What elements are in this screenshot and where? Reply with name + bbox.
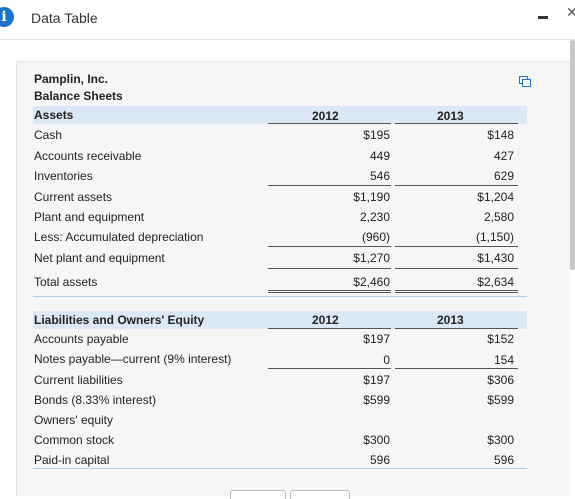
- table-cell: 596: [369, 453, 390, 467]
- table-cell: 449: [369, 149, 390, 163]
- total-double-line-2013: [395, 290, 518, 293]
- assets-year-2012: 2012: [312, 109, 339, 123]
- subtotal-line-2013: [395, 246, 518, 247]
- table-cell: $300: [487, 433, 514, 447]
- table-row-label: Common stock: [34, 433, 115, 447]
- assets-header: Assets: [34, 108, 74, 122]
- copy-icon[interactable]: [519, 76, 531, 87]
- table-cell: $1,204: [477, 190, 514, 204]
- table-cell: $1,190: [353, 190, 390, 204]
- table-row-label: Current assets: [34, 190, 113, 204]
- year-underline-2013: [395, 328, 518, 329]
- table-cell: $599: [363, 393, 390, 407]
- table-cell: $300: [363, 433, 390, 447]
- table-cell: $1,270: [353, 251, 390, 265]
- vertical-scrollbar[interactable]: [570, 40, 575, 270]
- subtotal-line-2012: [268, 368, 391, 369]
- liabilities-year-2013: 2013: [437, 313, 464, 327]
- subtotal-line-2012: [268, 246, 391, 247]
- total-double-line-2012: [268, 290, 391, 293]
- minimize-button[interactable]: [538, 12, 548, 22]
- table-row-label: Inventories: [34, 169, 93, 183]
- table-cell: 427: [493, 149, 514, 163]
- table-row-label: Current liabilities: [34, 373, 123, 387]
- table-row-label: Total assets: [34, 275, 98, 289]
- table-row-label: Notes payable—current (9% interest): [34, 352, 232, 366]
- table-cell: $152: [487, 332, 514, 346]
- table-row-label: Net plant and equipment: [34, 251, 165, 265]
- table-cell: $2,460: [353, 275, 390, 289]
- table-row-label: Plant and equipment: [34, 210, 145, 224]
- table-cell: 629: [493, 169, 514, 183]
- table-row-label: Bonds (8.33% interest): [34, 393, 157, 407]
- subtotal-line-2012: [268, 268, 391, 269]
- window-titlebar: i Data Table ✕: [0, 0, 575, 36]
- table-row-label: Accounts payable: [34, 332, 129, 346]
- table-row-label: Less: Accumulated depreciation: [34, 230, 204, 244]
- table-cell: $197: [363, 332, 390, 346]
- section-divider: [33, 296, 527, 297]
- table-cell: $1,430: [477, 251, 514, 265]
- table-cell: $599: [487, 393, 514, 407]
- subtotal-line-2013: [395, 268, 518, 269]
- info-icon: i: [0, 7, 14, 27]
- table-bottom-divider: [33, 468, 527, 469]
- table-cell: $306: [487, 373, 514, 387]
- subtotal-line-2013: [395, 368, 518, 369]
- table-row-label: Cash: [34, 128, 63, 142]
- year-underline-2012: [268, 123, 391, 124]
- year-underline-2012: [268, 328, 391, 329]
- subtotal-line-2013: [395, 185, 518, 186]
- statement-title: Balance Sheets: [34, 89, 123, 103]
- liabilities-header: Liabilities and Owners' Equity: [34, 313, 205, 327]
- close-icon[interactable]: ✕: [566, 4, 575, 21]
- table-row-label: Owners' equity: [34, 413, 113, 427]
- table-row-label: Accounts receivable: [34, 149, 142, 163]
- table-cell: $2,634: [477, 275, 514, 289]
- table-cell: 596: [493, 453, 514, 467]
- table-cell: (960): [361, 230, 390, 244]
- table-cell: $195: [363, 128, 390, 142]
- table-cell: 2,230: [359, 210, 390, 224]
- subtotal-line-2012: [268, 185, 391, 186]
- table-cell: 0: [383, 353, 390, 367]
- titlebar-divider: [0, 39, 575, 40]
- table-cell: 546: [369, 169, 390, 183]
- table-cell: 154: [493, 353, 514, 367]
- assets-year-2013: 2013: [437, 109, 464, 123]
- year-underline-2013: [395, 123, 518, 124]
- table-cell: (1,150): [475, 230, 514, 244]
- table-row-label: Paid-in capital: [34, 453, 110, 467]
- liabilities-year-2012: 2012: [312, 313, 339, 327]
- company-name: Pamplin, Inc.: [34, 72, 109, 86]
- window-title: Data Table: [31, 10, 98, 26]
- table-cell: 2,580: [483, 210, 514, 224]
- table-cell: $148: [487, 128, 514, 142]
- table-cell: $197: [363, 373, 390, 387]
